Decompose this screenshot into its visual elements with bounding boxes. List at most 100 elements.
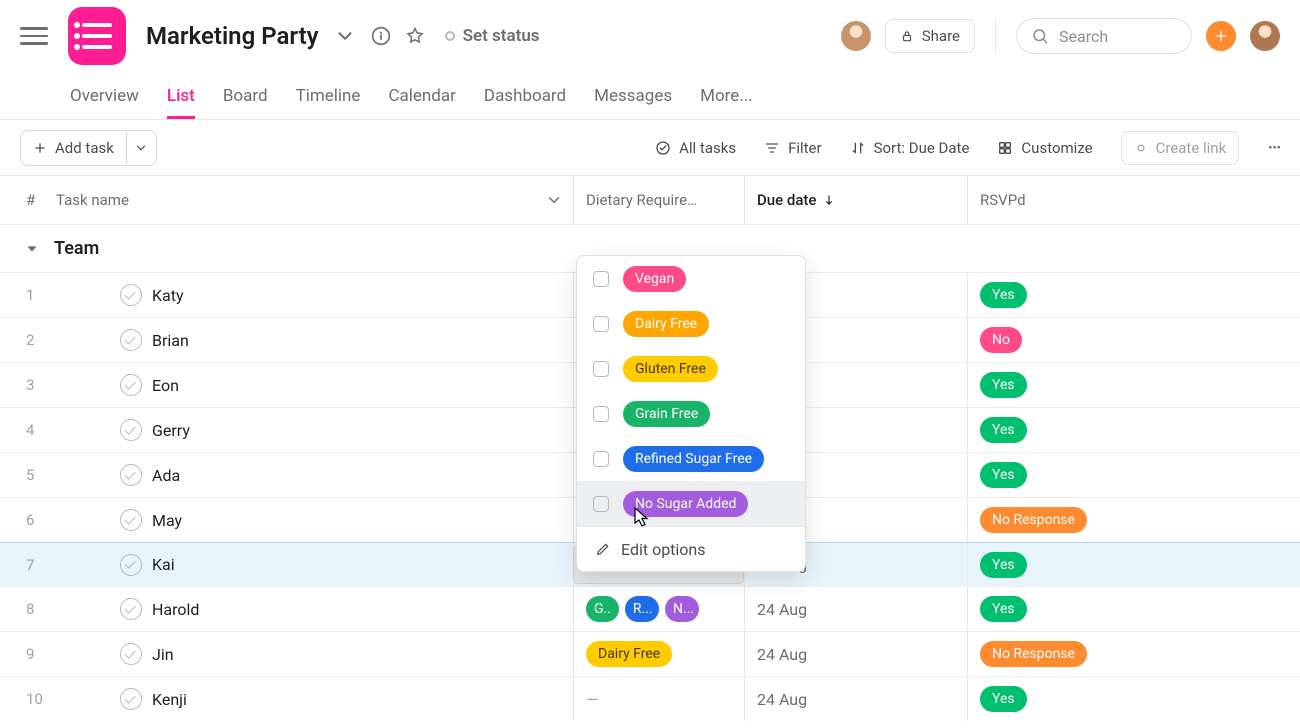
create-link-label: Create link xyxy=(1156,139,1227,157)
checkbox-icon xyxy=(593,406,609,422)
add-task-dropdown[interactable] xyxy=(127,130,157,166)
rsvp-cell[interactable]: Yes xyxy=(968,686,1300,712)
menu-button[interactable] xyxy=(20,22,48,50)
col-task-label: Task name xyxy=(56,191,129,209)
dropdown-option[interactable]: No Sugar Added xyxy=(577,481,805,526)
tab-overview[interactable]: Overview xyxy=(70,72,139,119)
status-button[interactable]: Set status xyxy=(445,26,540,46)
complete-checkbox[interactable] xyxy=(120,509,142,531)
task-name[interactable]: Jin xyxy=(152,645,174,664)
task-name[interactable]: Eon xyxy=(152,376,179,395)
complete-checkbox[interactable] xyxy=(120,598,142,620)
all-tasks-button[interactable]: All tasks xyxy=(655,139,736,157)
due-date-cell[interactable]: 24 Aug xyxy=(745,645,967,664)
due-date-cell[interactable]: 24 Aug xyxy=(745,690,967,709)
customize-button[interactable]: Customize xyxy=(997,139,1092,157)
due-date-cell[interactable]: 24 Aug xyxy=(745,600,967,619)
tab-messages[interactable]: Messages xyxy=(594,72,672,119)
rsvp-cell[interactable]: Yes xyxy=(968,282,1300,308)
dietary-cell[interactable]: Dairy Free xyxy=(574,641,744,667)
rsvp-cell[interactable]: Yes xyxy=(968,552,1300,578)
tab-more[interactable]: More... xyxy=(700,72,753,119)
rsvp-cell[interactable]: No Response xyxy=(968,641,1300,667)
column-divider xyxy=(573,273,574,317)
col-header-rsvp[interactable]: RSVPd xyxy=(968,191,1300,209)
tab-list[interactable]: List xyxy=(167,72,195,119)
more-actions-button[interactable]: ··· xyxy=(1267,136,1280,160)
complete-checkbox[interactable] xyxy=(120,688,142,710)
column-divider xyxy=(573,498,574,542)
complete-checkbox[interactable] xyxy=(120,374,142,396)
rsvp-cell[interactable]: Yes xyxy=(968,596,1300,622)
global-add-button[interactable]: + xyxy=(1206,21,1236,51)
star-icon[interactable] xyxy=(405,26,425,46)
sort-button[interactable]: Sort: Due Date xyxy=(850,139,970,157)
checkbox-icon xyxy=(593,316,609,332)
column-divider xyxy=(573,363,574,407)
edit-options-button[interactable]: Edit options xyxy=(577,527,805,571)
tab-timeline[interactable]: Timeline xyxy=(296,72,361,119)
table-row[interactable]: 9JinDairy Free24 AugNo Response xyxy=(0,631,1300,676)
tab-board[interactable]: Board xyxy=(223,72,268,119)
tab-dashboard[interactable]: Dashboard xyxy=(484,72,566,119)
col-header-task[interactable]: Task name xyxy=(56,191,573,209)
tab-calendar[interactable]: Calendar xyxy=(388,72,455,119)
dropdown-option[interactable]: Gluten Free xyxy=(577,346,805,391)
task-cell: May xyxy=(56,509,573,531)
col-due-label: Due date xyxy=(757,191,816,209)
rsvp-cell[interactable]: Yes xyxy=(968,462,1300,488)
task-name[interactable]: May xyxy=(152,511,182,530)
col-header-due[interactable]: Due date xyxy=(745,191,967,209)
add-task-button[interactable]: Add task xyxy=(20,130,127,166)
task-name[interactable]: Ada xyxy=(152,466,180,485)
table-row[interactable]: 8HaroldG..R...N...24 AugYes xyxy=(0,586,1300,631)
project-title-area: Marketing Party Set status xyxy=(146,22,540,50)
dropdown-option[interactable]: Vegan xyxy=(577,256,805,301)
complete-checkbox[interactable] xyxy=(120,554,142,576)
rsvp-cell[interactable]: Yes xyxy=(968,417,1300,443)
row-number: 3 xyxy=(26,376,56,394)
dietary-cell[interactable]: — xyxy=(574,690,744,709)
dietary-tag: R... xyxy=(625,596,659,622)
task-name[interactable]: Kai xyxy=(152,555,175,574)
rsvp-badge: Yes xyxy=(980,462,1027,488)
rsvp-cell[interactable]: Yes xyxy=(968,372,1300,398)
table-row[interactable]: 10Kenji—24 AugYes xyxy=(0,676,1300,721)
rsvp-cell[interactable]: No xyxy=(968,327,1300,353)
dropdown-option[interactable]: Dairy Free xyxy=(577,301,805,346)
complete-checkbox[interactable] xyxy=(120,464,142,486)
complete-checkbox[interactable] xyxy=(120,329,142,351)
info-icon[interactable] xyxy=(371,26,391,46)
member-avatar[interactable] xyxy=(841,21,871,51)
add-task-group: Add task xyxy=(20,130,157,166)
checkbox-icon xyxy=(593,496,609,512)
user-avatar[interactable] xyxy=(1250,21,1280,51)
create-link-button[interactable]: Create link xyxy=(1121,131,1240,165)
section-name: Team xyxy=(54,238,99,259)
complete-checkbox[interactable] xyxy=(120,643,142,665)
search-placeholder: Search xyxy=(1059,27,1108,46)
task-name[interactable]: Kenji xyxy=(152,690,187,709)
section-collapse-button[interactable] xyxy=(24,241,40,257)
dropdown-option[interactable]: Grain Free xyxy=(577,391,805,436)
chevron-down-icon xyxy=(545,191,563,209)
sort-desc-icon xyxy=(822,193,836,207)
task-name[interactable]: Harold xyxy=(152,600,199,619)
column-divider xyxy=(573,318,574,362)
dropdown-option[interactable]: Refined Sugar Free xyxy=(577,436,805,481)
option-pill: No Sugar Added xyxy=(623,491,748,517)
complete-checkbox[interactable] xyxy=(120,284,142,306)
task-name[interactable]: Katy xyxy=(152,286,184,305)
filter-button[interactable]: Filter xyxy=(764,139,822,157)
complete-checkbox[interactable] xyxy=(120,419,142,441)
row-number: 6 xyxy=(26,511,56,529)
task-name[interactable]: Brian xyxy=(152,331,189,350)
dietary-cell[interactable]: G..R...N... xyxy=(574,596,744,622)
project-dropdown[interactable] xyxy=(333,25,357,47)
rsvp-badge: Yes xyxy=(980,686,1027,712)
rsvp-cell[interactable]: No Response xyxy=(968,507,1300,533)
search-input[interactable]: Search xyxy=(1016,18,1192,54)
share-button[interactable]: Share xyxy=(885,19,975,53)
task-name[interactable]: Gerry xyxy=(152,421,190,440)
col-header-diet[interactable]: Dietary Require… xyxy=(574,191,744,209)
